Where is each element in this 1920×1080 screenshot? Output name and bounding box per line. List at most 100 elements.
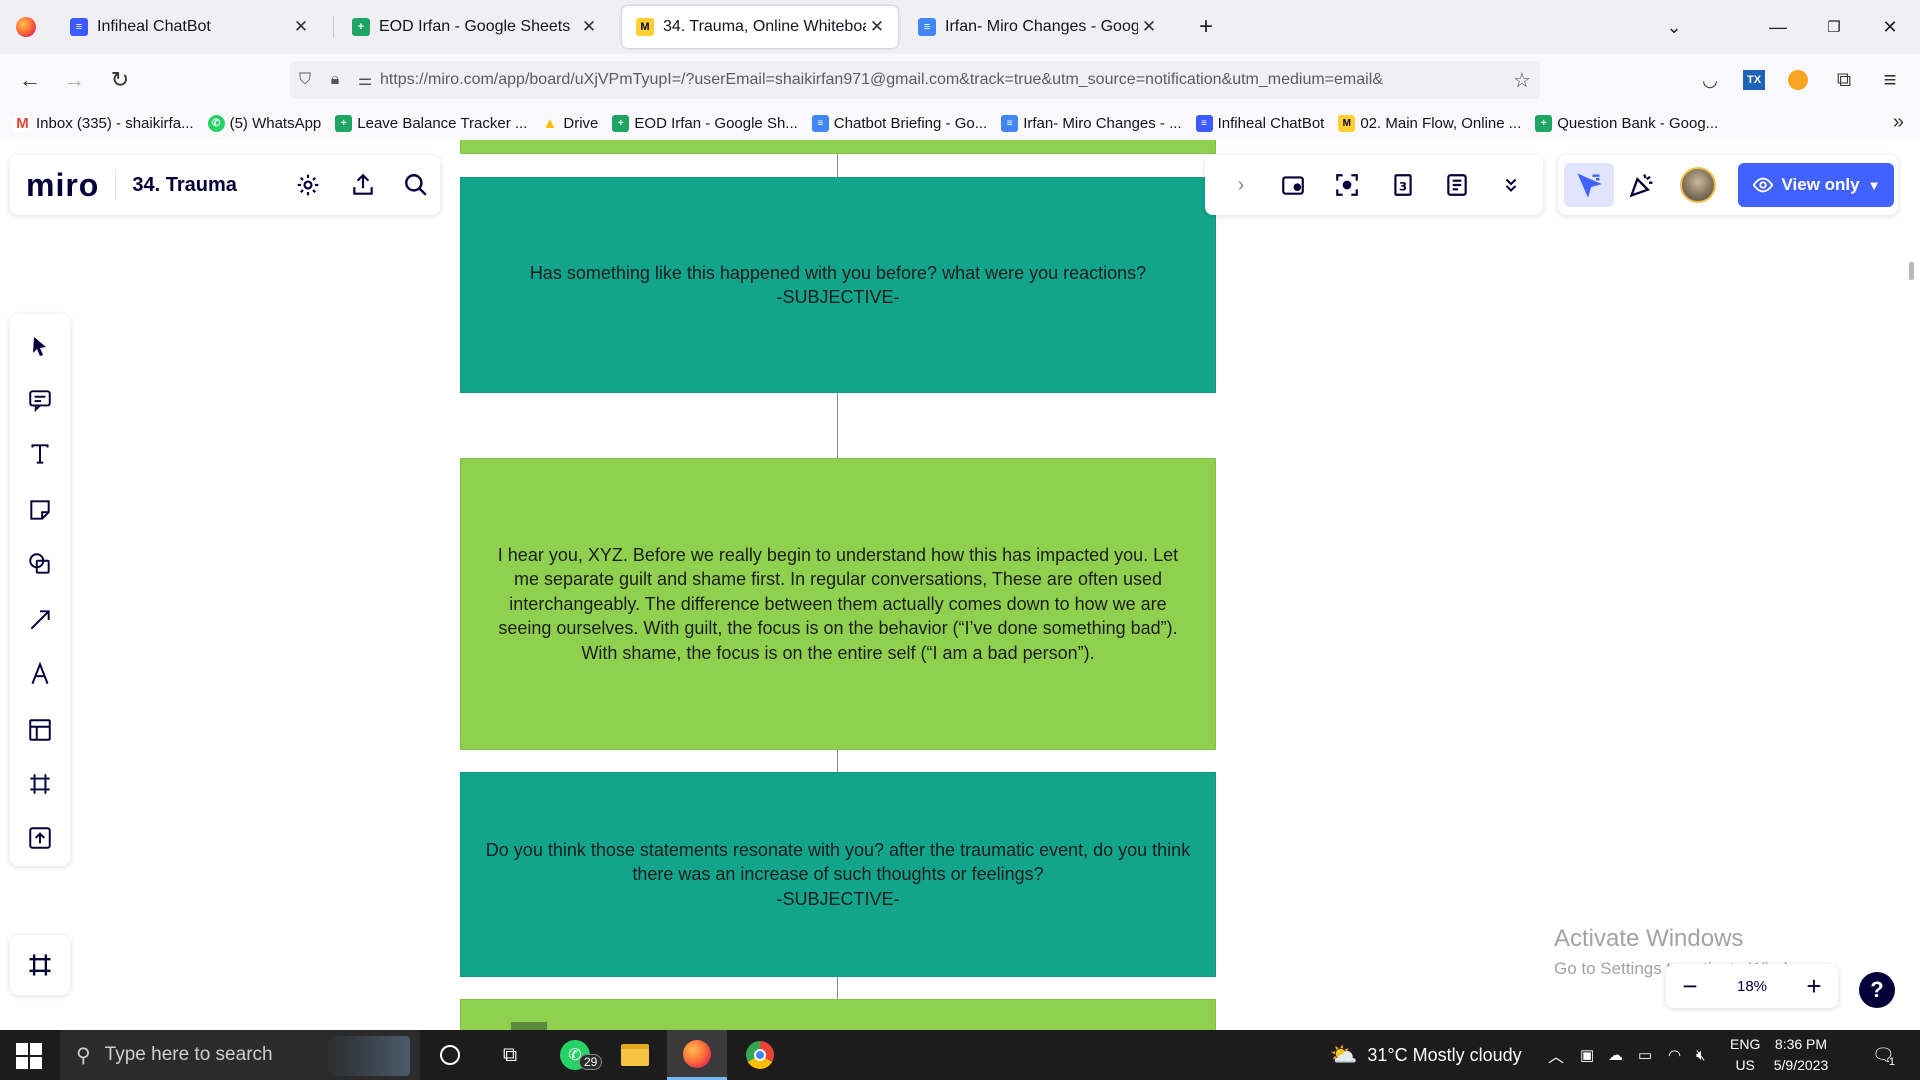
chevron-right-icon[interactable]: › [1225,169,1257,201]
zoom-in-button[interactable]: + [1790,971,1838,1002]
comment-icon[interactable] [24,384,56,416]
miro-board-canvas[interactable]: Has something like this happened with yo… [0,140,1920,1030]
sheets-icon: + [612,114,630,132]
calendar-3-icon[interactable]: 3 [1387,169,1419,201]
bookmark-item[interactable]: + EOD Irfan - Google Sh... [612,114,798,132]
text-tool-icon[interactable] [24,438,56,470]
chrome-taskbar-icon[interactable] [730,1030,790,1080]
bookmark-item[interactable]: + Question Bank - Goog... [1535,114,1718,132]
upload-icon[interactable] [24,822,56,854]
show-cursors-button[interactable] [1564,163,1614,207]
settings-gear-icon[interactable] [292,169,324,201]
focus-frame-icon[interactable] [1331,169,1363,201]
forward-icon[interactable]: → [56,62,92,98]
onedrive-icon[interactable]: ☁ [1608,1030,1623,1080]
windows-start-icon[interactable] [16,1043,42,1069]
vertical-scrollbar[interactable] [1909,262,1914,280]
whatsapp-taskbar-icon[interactable]: ✆ 29 [545,1030,605,1080]
show-hidden-icons[interactable]: ︿ [1548,1030,1564,1080]
close-window-icon[interactable]: ✕ [1870,10,1910,44]
templates-icon[interactable] [24,714,56,746]
bookmark-item[interactable]: M Inbox (335) - shaikirfa... [14,114,194,132]
help-button[interactable]: ? [1859,972,1895,1008]
task-view-cortana-icon[interactable] [420,1030,480,1080]
restore-icon[interactable]: ❐ [1814,10,1854,44]
board-title[interactable]: 34. Trauma [132,174,237,197]
close-tab-icon[interactable]: ✕ [290,17,312,37]
miro-favicon-icon: M [1338,114,1356,132]
close-tab-icon[interactable]: ✕ [866,17,888,37]
shield-icon[interactable]: ⛉ [290,71,320,89]
more-bookmarks-icon[interactable]: » [1893,111,1904,134]
new-tab-button[interactable]: + [1186,10,1226,44]
miro-favicon-icon: M [636,18,654,36]
tab-miro-changes-doc[interactable]: ≡ Irfan- Miro Changes - Google D ✕ [904,6,1170,48]
frames-panel-button[interactable] [10,935,70,995]
tab-eod-sheets[interactable]: + EOD Irfan - Google Sheets ✕ [338,6,610,48]
back-icon[interactable]: ← [12,62,48,98]
lock-icon[interactable]: 🔒︎ [320,71,350,89]
wifi-icon[interactable]: ◠ [1668,1030,1681,1080]
flow-card-partial[interactable] [460,140,1216,154]
permissions-icon[interactable]: ⚌ [350,70,380,90]
tab-miro-trauma[interactable]: M 34. Trauma, Online Whiteboard ✕ [622,6,898,48]
bookmark-item[interactable]: M 02. Main Flow, Online ... [1338,114,1521,132]
bookmark-item[interactable]: ≡ Irfan- Miro Changes - ... [1001,114,1182,132]
connector-line [837,750,838,772]
share-upload-icon[interactable] [347,169,379,201]
timer-screen-icon[interactable] [1277,169,1309,201]
app-menu-icon[interactable]: ≡ [1872,62,1908,98]
flow-card[interactable]: I hear you, XYZ. Before we really begin … [460,458,1216,750]
double-chevron-down-icon[interactable] [1495,169,1527,201]
reload-icon[interactable]: ↻ [102,62,138,98]
pen-icon[interactable] [24,658,56,690]
notification-center-icon[interactable]: 🗨︎ 1 [1872,1030,1895,1080]
avatar[interactable] [1680,167,1716,203]
firefox-menu-button[interactable] [8,10,44,44]
file-explorer-icon[interactable] [605,1030,665,1080]
meet-now-icon[interactable]: ▣ [1580,1030,1594,1080]
battery-icon[interactable]: ▭ [1638,1030,1652,1080]
close-tab-icon[interactable]: ✕ [1138,17,1160,37]
list-all-tabs-icon[interactable]: ⌄ [1654,10,1694,44]
firefox-taskbar-icon[interactable] [667,1030,727,1080]
minimize-icon[interactable]: — [1758,10,1798,44]
card-text: Has something like this happened with yo… [529,262,1147,308]
select-cursor-icon[interactable] [24,330,56,362]
card-text: I hear you, XYZ. Before we really begin … [497,544,1179,663]
pocket-icon[interactable]: ◡ [1692,62,1728,98]
volume-muted-icon[interactable]: 🔇︎ [1696,1030,1705,1080]
frame-icon[interactable] [24,768,56,800]
close-tab-icon[interactable]: ✕ [578,17,600,37]
miro-logo[interactable]: miro [26,167,99,204]
reactions-party-icon[interactable] [1626,169,1658,201]
tab-infiheal-chatbot[interactable]: ≡ Infiheal ChatBot ✕ [56,6,322,48]
bookmark-star-icon[interactable]: ☆ [1504,68,1540,93]
extensions-puzzle-icon[interactable]: ⧉ [1826,62,1862,98]
sticky-note-icon[interactable] [24,494,56,526]
whatsapp-icon: ✆ [207,114,225,132]
weather-widget[interactable]: ⛅ 31°C Mostly cloudy [1330,1030,1522,1080]
extension-orange-icon[interactable] [1780,62,1816,98]
taskbar-search-box[interactable]: ⚲ Type here to search [60,1030,420,1080]
bookmark-item[interactable]: ≡ Chatbot Briefing - Go... [811,114,987,132]
bookmark-item[interactable]: ✆ (5) WhatsApp [207,114,321,132]
zoom-level[interactable]: 18% [1714,978,1790,995]
system-clock[interactable]: 8:36 PM 5/9/2023 [1756,1034,1846,1076]
zoom-out-button[interactable]: − [1666,971,1714,1002]
bookmark-item[interactable]: + Leave Balance Tracker ... [335,114,527,132]
shapes-icon[interactable] [24,548,56,580]
url-text[interactable]: https://miro.com/app/board/uXjVPmTyupI=/… [380,71,1504,89]
flow-card[interactable]: Do you think those statements resonate w… [460,772,1216,977]
address-bar[interactable]: ⛉ 🔒︎ ⚌ https://miro.com/app/board/uXjVPm… [290,61,1540,99]
task-view-icon[interactable]: ⧉ [480,1030,540,1080]
bookmark-item[interactable]: ▲ Drive [541,115,598,132]
flow-card[interactable]: Has something like this happened with yo… [460,177,1216,393]
view-only-button[interactable]: View only ▼ [1738,163,1894,207]
search-icon[interactable] [400,169,432,201]
flow-card-partial[interactable] [460,999,1216,1030]
extension-tx-icon[interactable]: TX [1736,62,1772,98]
arrow-connector-icon[interactable] [24,604,56,636]
notes-list-icon[interactable] [1441,169,1473,201]
bookmark-item[interactable]: ≡ Infiheal ChatBot [1195,114,1324,132]
